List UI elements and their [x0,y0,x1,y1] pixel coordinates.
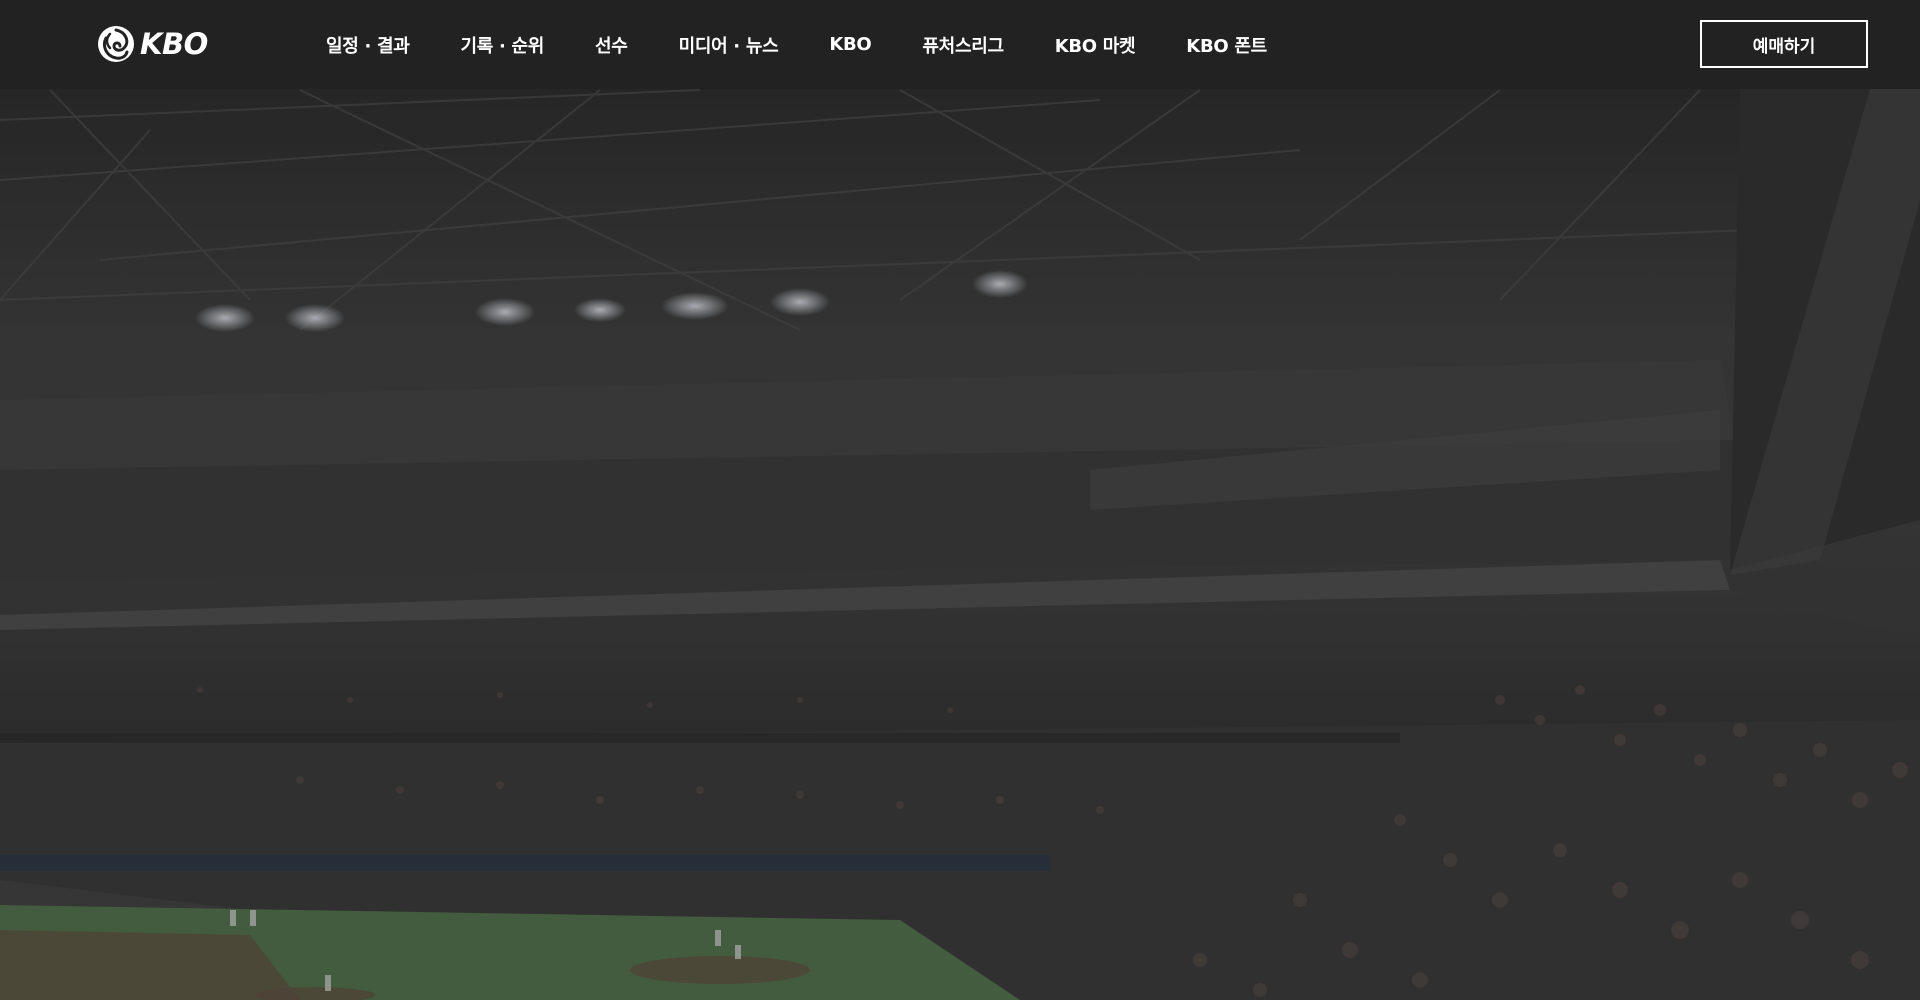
nav-item-kbo-market[interactable]: KBO 마켓 [1055,32,1136,58]
kbo-logo[interactable]: KBO [96,24,208,64]
nav-item-media-news[interactable]: 미디어 · 뉴스 [679,32,779,58]
hero-overlay [0,0,1920,1000]
nav-item-schedule-results[interactable]: 일정 · 결과 [326,32,410,58]
nav-item-records-standings[interactable]: 기록 · 순위 [461,32,545,58]
stadium-hero-background [0,0,1920,1000]
top-navigation-bar: KBO 일정 · 결과 기록 · 순위 선수 미디어 · 뉴스 KBO 퓨처스리… [0,0,1920,89]
nav-item-players[interactable]: 선수 [595,32,628,58]
nav-item-futures-league[interactable]: 퓨처스리그 [922,32,1004,58]
main-nav: 일정 · 결과 기록 · 순위 선수 미디어 · 뉴스 KBO 퓨처스리그 KB… [326,0,1318,89]
kbo-swirl-logo-icon [98,26,134,62]
nav-item-kbo-font[interactable]: KBO 폰트 [1186,32,1267,58]
logo-text: KBO [140,27,208,61]
ticket-booking-button[interactable]: 예매하기 [1700,20,1868,68]
nav-item-kbo[interactable]: KBO [829,34,871,55]
page: KBO 일정 · 결과 기록 · 순위 선수 미디어 · 뉴스 KBO 퓨처스리… [0,0,1920,1000]
